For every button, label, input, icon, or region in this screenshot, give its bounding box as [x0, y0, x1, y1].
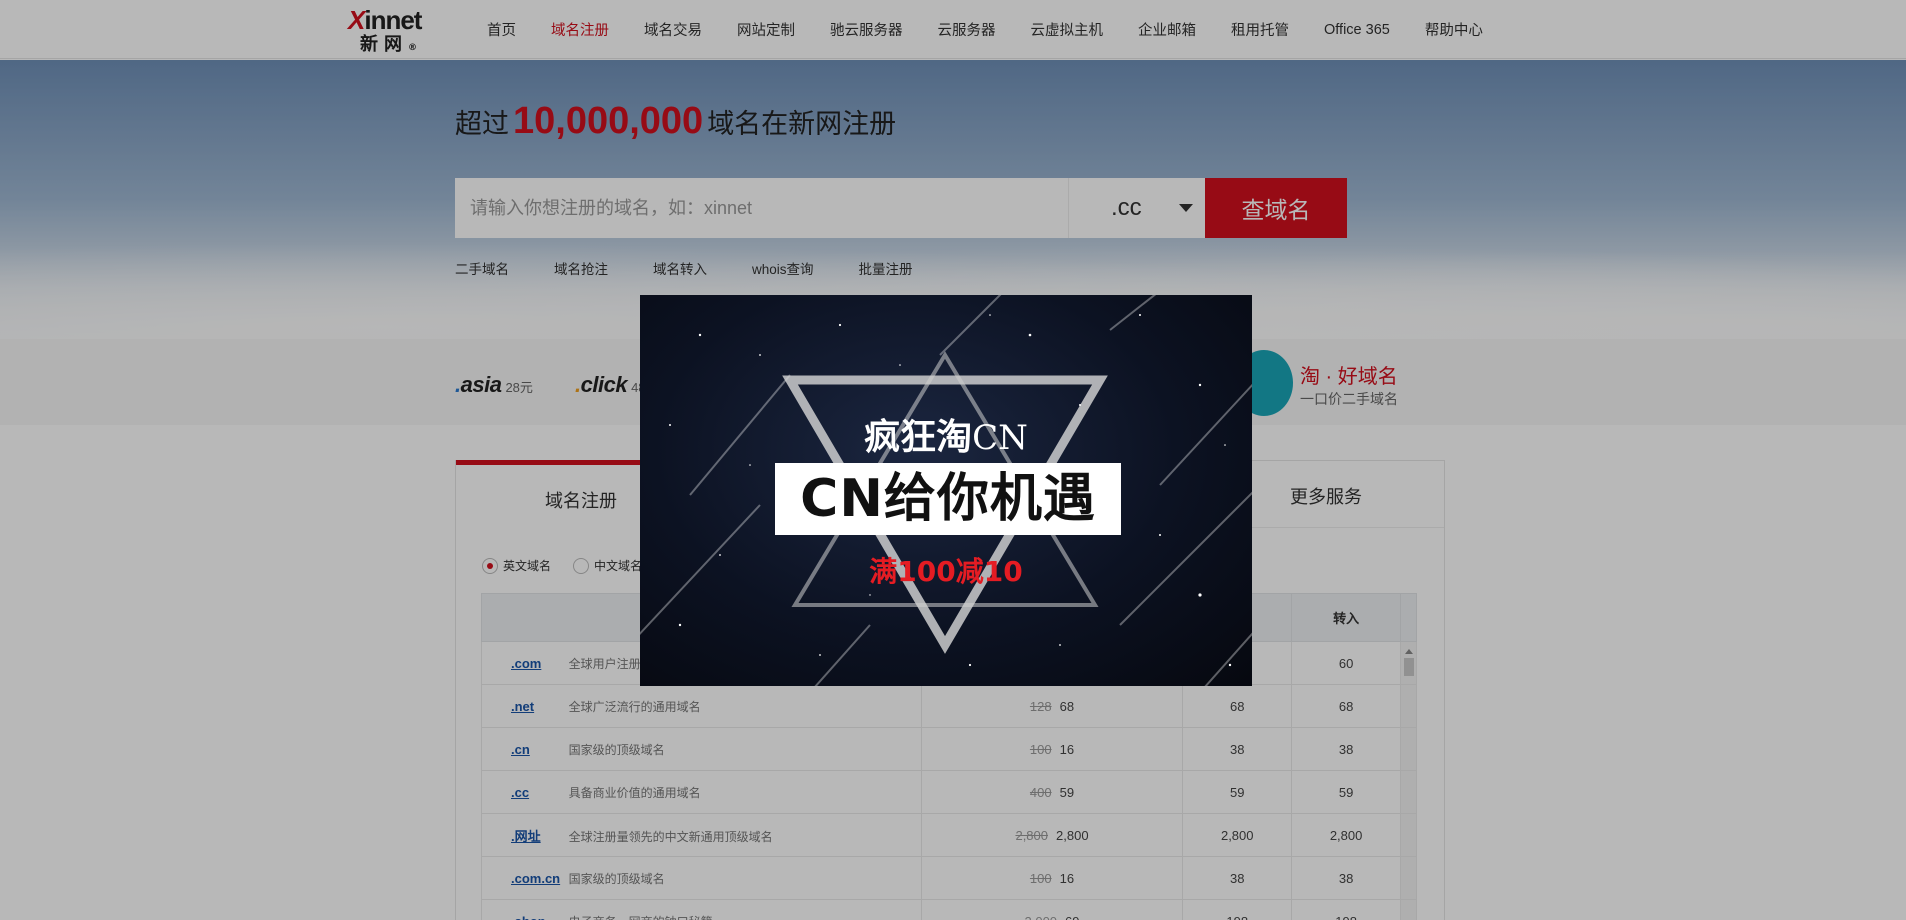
promo-modal[interactable]: 疯狂淘CN CN给你机遇 满100减10	[640, 295, 1252, 686]
modal-line1: 疯狂淘CN	[864, 417, 1028, 458]
modal-discount: 满100减10	[869, 555, 1023, 588]
modal-headline: CN给你机遇	[775, 463, 1121, 535]
